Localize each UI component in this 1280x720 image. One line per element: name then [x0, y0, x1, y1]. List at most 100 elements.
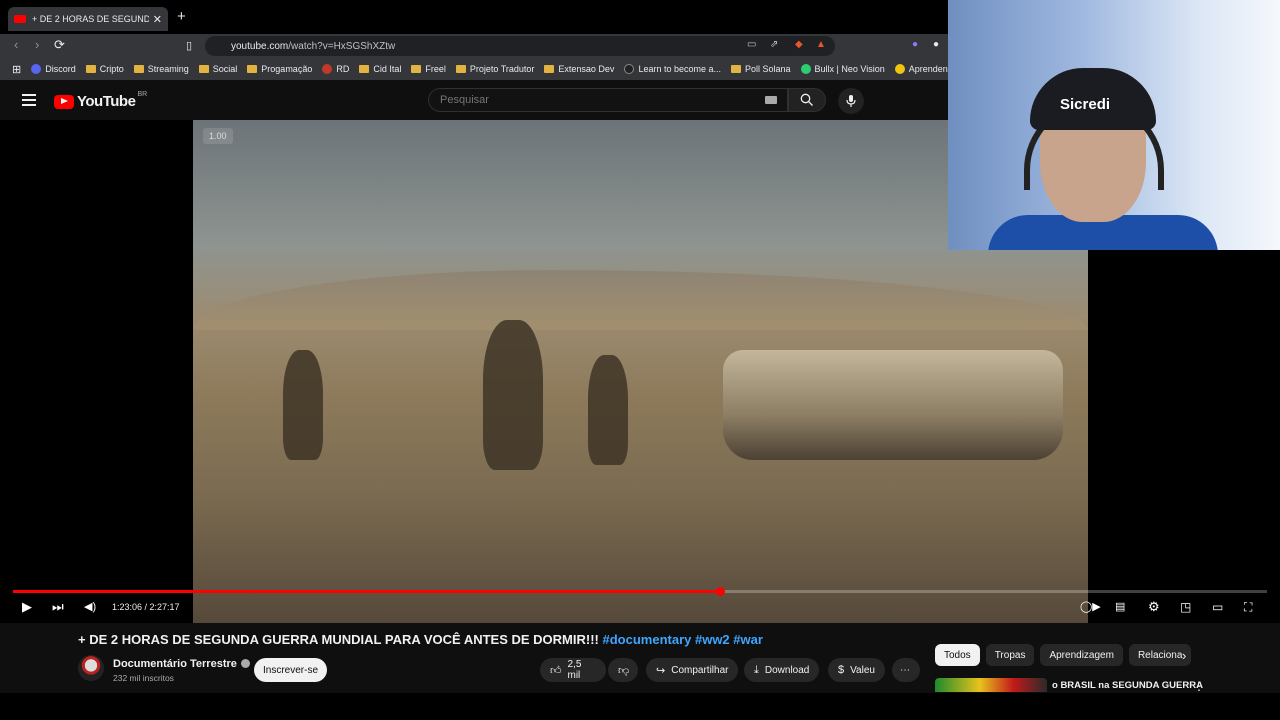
folder-icon	[411, 65, 422, 73]
bookmark-folder-poll-solana[interactable]: Poll Solana	[731, 64, 791, 74]
bookmark-label: RD	[336, 64, 350, 74]
theater-mode-icon[interactable]: ▭	[1212, 600, 1223, 614]
bookmark-label: Projeto Tradutor	[469, 64, 535, 74]
bookmark-folder-projeto-tradutor[interactable]: Projeto Tradutor	[455, 64, 535, 74]
tab-title: + DE 2 HORAS DE SEGUNDA GU	[32, 14, 149, 24]
profile-icon[interactable]: ●	[933, 39, 939, 50]
progress-bar[interactable]	[13, 587, 1267, 596]
chip-tropas[interactable]: Tropas	[985, 644, 1035, 666]
bookmark-label: Extensao Dev	[558, 64, 615, 74]
autoplay-toggle[interactable]: ◯▶	[1080, 600, 1101, 614]
forward-icon[interactable]: ›	[35, 37, 39, 52]
reload-icon[interactable]: ⟳	[54, 37, 65, 53]
discord-icon	[31, 64, 42, 74]
settings-gear-icon[interactable]: ⚙	[1148, 600, 1160, 614]
search-input[interactable]	[429, 89, 729, 111]
share-button[interactable]: ↪ Compartilhar	[646, 658, 739, 682]
bookmark-discord[interactable]: Discord	[31, 64, 76, 74]
more-vertical-icon[interactable]: ⋮	[1193, 679, 1205, 693]
bookmark-folder-freel[interactable]: Freel	[411, 64, 446, 74]
subscriber-count: 232 mil inscritos	[113, 673, 174, 683]
chip-todos[interactable]: Todos	[935, 644, 980, 666]
folder-icon	[85, 65, 96, 73]
like-button[interactable]: 👍︎ 2,5 mil	[540, 658, 606, 682]
next-icon[interactable]: ⏭	[52, 600, 64, 614]
channel-name[interactable]: Documentário Terrestre	[113, 658, 250, 670]
bookmark-learn[interactable]: Learn to become a...	[624, 64, 721, 74]
bookmark-label: Progamação	[261, 64, 313, 74]
youtube-favicon-icon	[14, 15, 26, 23]
voice-search-button[interactable]	[838, 88, 864, 114]
bookmark-folder-streaming[interactable]: Streaming	[133, 64, 189, 74]
more-actions-button[interactable]: ⋯	[892, 658, 920, 682]
time-display: 1:23:06 / 2:27:17	[112, 602, 180, 612]
miniplayer-icon[interactable]: ◳	[1180, 600, 1191, 614]
play-icon[interactable]: ▶	[22, 600, 32, 614]
video-scene-soldier	[483, 320, 543, 470]
search-box	[428, 88, 788, 112]
channel-avatar[interactable]	[78, 655, 104, 681]
recommended-video-thumbnail[interactable]	[935, 678, 1047, 692]
brave-rewards-icon[interactable]: ▲	[816, 39, 826, 50]
extension-icon[interactable]: ●	[912, 39, 918, 50]
back-icon[interactable]: ‹	[14, 37, 18, 52]
folder-icon	[198, 65, 209, 73]
bookmark-label: Learn to become a...	[638, 64, 721, 74]
new-tab-button[interactable]: +	[177, 8, 186, 25]
chips-next-icon[interactable]: ›	[1182, 648, 1186, 663]
bookmark-folder-cid-ital[interactable]: Cid Ital	[359, 64, 401, 74]
youtube-logo[interactable]: YouTube BR	[54, 91, 148, 110]
brave-shield-icon[interactable]: ◆	[795, 39, 803, 50]
recommended-video-title[interactable]: o BRASIL na SEGUNDA GUERRA	[1052, 680, 1203, 691]
bookmark-aprendendo-ingles[interactable]: Aprendendo inglês...	[894, 64, 948, 74]
like-count: 2,5 mil	[567, 659, 582, 681]
dislike-button[interactable]: 👎︎	[608, 658, 638, 682]
bookmark-folder-cripto[interactable]: Cripto	[85, 64, 124, 74]
bullx-icon	[800, 64, 811, 74]
browser-tab[interactable]: + DE 2 HORAS DE SEGUNDA GU ✕	[8, 7, 168, 31]
share-arrow-icon: ↪	[656, 664, 666, 677]
download-button[interactable]: ⤓ Download	[744, 658, 820, 682]
subtitles-icon[interactable]: ▤	[1115, 600, 1125, 614]
verified-icon	[240, 659, 250, 668]
menu-icon[interactable]	[22, 94, 36, 109]
download-icon: ⤓	[754, 663, 759, 676]
volume-icon[interactable]: ◀)	[84, 600, 96, 614]
video-scene-vehicle	[723, 350, 1063, 460]
microphone-icon	[846, 95, 856, 107]
bookmark-label: Bullx | Neo Vision	[814, 64, 885, 74]
country-code: BR	[137, 91, 148, 98]
apps-grid-icon[interactable]: ⊞	[12, 63, 21, 76]
folder-icon	[359, 65, 370, 73]
bottom-letterbox	[0, 693, 1280, 720]
bookmark-folder-programacao[interactable]: Progamação	[247, 64, 312, 74]
bookmark-icon[interactable]: ▯	[186, 39, 192, 52]
bookmark-rd[interactable]: RD	[322, 64, 349, 74]
url-host: youtube.com	[231, 40, 289, 52]
video-title-hashtags[interactable]: #documentary #ww2 #war	[603, 632, 763, 647]
bookmark-label: Discord	[45, 64, 76, 74]
progress-fill	[13, 590, 721, 593]
fullscreen-icon[interactable]: ⛶	[1244, 600, 1252, 614]
site-icon	[894, 64, 905, 74]
bookmark-folder-social[interactable]: Social	[198, 64, 237, 74]
share-icon[interactable]: ⇗	[770, 39, 778, 50]
chip-aprendizagem[interactable]: Aprendizagem	[1040, 644, 1123, 666]
cast-icon[interactable]: ▭	[747, 39, 756, 50]
thanks-button[interactable]: $ Valeu	[828, 658, 885, 682]
bookmark-bullx[interactable]: Bullx | Neo Vision	[800, 64, 885, 74]
keyboard-icon[interactable]	[765, 96, 777, 104]
subscribe-button[interactable]: Inscrever-se	[254, 658, 327, 682]
folder-icon	[247, 65, 258, 73]
thanks-label: Valeu	[850, 664, 875, 676]
search-button[interactable]	[788, 88, 826, 112]
address-bar[interactable]: youtube.com/watch?v=HxSGShXZtw	[205, 36, 835, 56]
bookmark-label: Poll Solana	[745, 64, 791, 74]
close-tab-icon[interactable]: ✕	[153, 13, 162, 26]
folder-icon	[731, 65, 741, 73]
bookmark-folder-extensao-dev[interactable]: Extensao Dev	[544, 64, 614, 74]
site-icon	[624, 64, 635, 74]
youtube-play-icon	[54, 94, 74, 109]
youtube-wordmark: YouTube	[77, 93, 136, 110]
folder-icon	[455, 65, 466, 73]
